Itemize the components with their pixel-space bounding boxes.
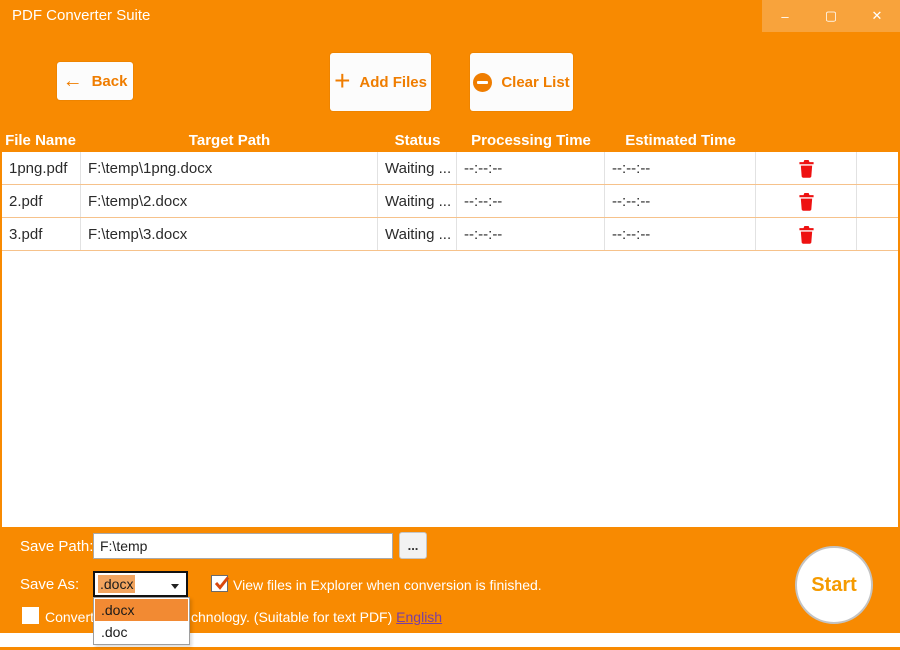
header-status: Status (378, 132, 457, 149)
processing-time-cell: --:--:-- (457, 152, 605, 184)
save-path-input[interactable] (93, 533, 393, 559)
dropdown-option-doc[interactable]: .doc (95, 621, 188, 643)
minimize-button[interactable]: – (762, 0, 808, 32)
table-header: File Name Target Path Status Processing … (0, 129, 900, 152)
clear-list-button[interactable]: Clear List (470, 53, 573, 111)
minus-circle-icon (473, 73, 492, 92)
status-cell: Waiting ... (378, 185, 457, 217)
trash-icon (798, 192, 815, 211)
processing-time-cell: --:--:-- (457, 185, 605, 217)
file-name-cell: 1png.pdf (2, 152, 81, 184)
header-estimated-time: Estimated Time (605, 132, 756, 149)
checkmark-icon (213, 574, 231, 592)
back-button-label: Back (92, 73, 128, 90)
view-files-checkbox[interactable] (211, 575, 228, 592)
ocr-label-right: chnology. (Suitable for text PDF) Englis… (191, 609, 442, 625)
save-path-label: Save Path: (20, 538, 93, 555)
delete-row-button[interactable] (793, 189, 819, 213)
ocr-label-left: Convert (45, 609, 94, 625)
table-row: 2.pdf F:\temp\2.docx Waiting ... --:--:-… (2, 185, 898, 218)
trash-icon (798, 159, 815, 178)
target-path-cell: F:\temp\2.docx (81, 185, 378, 217)
chevron-down-icon (171, 584, 179, 589)
row-spacer (857, 152, 898, 184)
titlebar: PDF Converter Suite – ▢ ✕ (0, 0, 900, 32)
save-as-label: Save As: (20, 576, 79, 593)
window-controls: – ▢ ✕ (762, 0, 900, 32)
target-path-cell: F:\temp\3.docx (81, 218, 378, 250)
estimated-time-cell: --:--:-- (605, 185, 756, 217)
status-cell: Waiting ... (378, 152, 457, 184)
header-target-path: Target Path (81, 132, 378, 149)
delete-row-button[interactable] (793, 222, 819, 246)
view-files-label: View files in Explorer when conversion i… (233, 577, 542, 593)
trash-icon (798, 225, 815, 244)
file-name-cell: 3.pdf (2, 218, 81, 250)
save-as-dropdown-popup: .docx .doc (93, 597, 190, 645)
ocr-label-right-text: chnology. (Suitable for text PDF) (191, 609, 396, 625)
clear-list-button-label: Clear List (501, 74, 569, 91)
estimated-time-cell: --:--:-- (605, 152, 756, 184)
english-link[interactable]: English (396, 609, 442, 625)
back-arrow-icon: ← (63, 71, 83, 91)
plus-icon: + (334, 67, 350, 95)
processing-time-cell: --:--:-- (457, 218, 605, 250)
add-files-button-label: Add Files (359, 74, 427, 91)
save-as-value: .docx (98, 575, 135, 593)
estimated-time-cell: --:--:-- (605, 218, 756, 250)
file-name-cell: 2.pdf (2, 185, 81, 217)
maximize-button[interactable]: ▢ (808, 0, 854, 32)
row-spacer (857, 218, 898, 250)
window-title: PDF Converter Suite (12, 7, 150, 24)
delete-row-button[interactable] (793, 156, 819, 180)
header-file-name: File Name (0, 132, 81, 149)
target-path-cell: F:\temp\1png.docx (81, 152, 378, 184)
dropdown-option-docx[interactable]: .docx (95, 599, 188, 621)
close-button[interactable]: ✕ (854, 0, 900, 32)
browse-button[interactable]: ... (399, 532, 427, 559)
header-processing-time: Processing Time (457, 132, 605, 149)
table-row: 1png.pdf F:\temp\1png.docx Waiting ... -… (2, 152, 898, 185)
save-as-dropdown[interactable]: .docx (93, 571, 188, 597)
row-spacer (857, 185, 898, 217)
file-list-panel: 1png.pdf F:\temp\1png.docx Waiting ... -… (2, 152, 898, 527)
start-button[interactable]: Start (795, 546, 873, 624)
table-row: 3.pdf F:\temp\3.docx Waiting ... --:--:-… (2, 218, 898, 251)
add-files-button[interactable]: + Add Files (330, 53, 431, 111)
ocr-checkbox[interactable] (22, 607, 39, 624)
status-cell: Waiting ... (378, 218, 457, 250)
back-button[interactable]: ← Back (57, 62, 133, 100)
